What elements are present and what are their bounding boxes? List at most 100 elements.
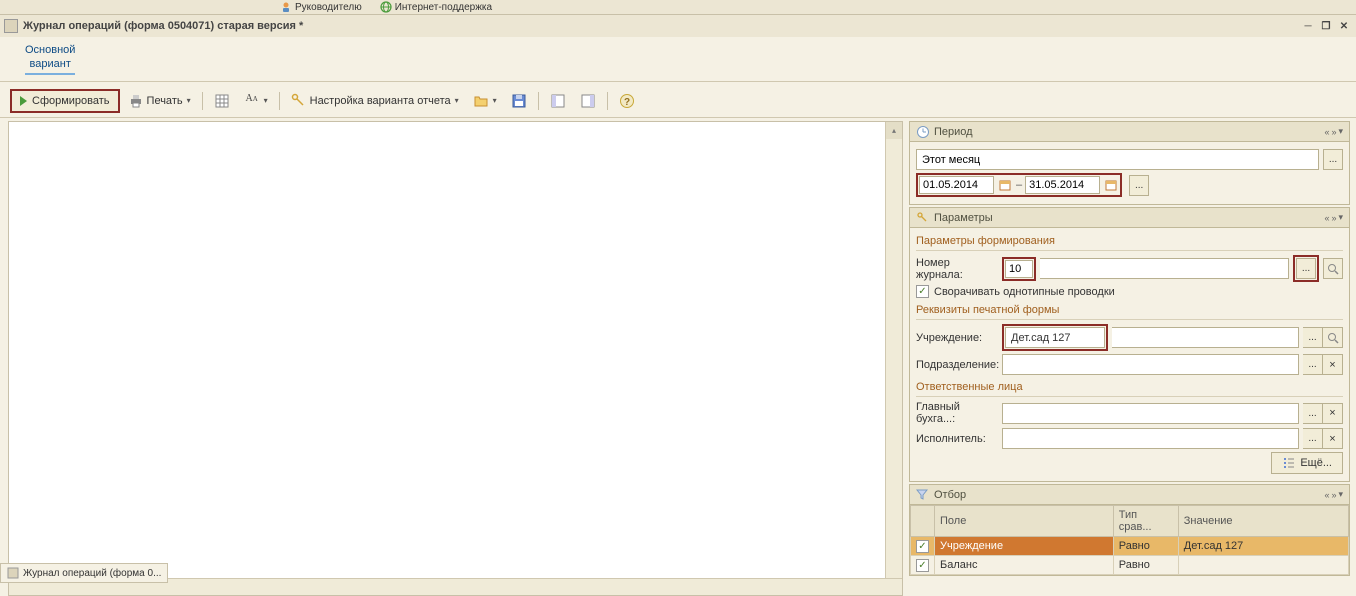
maximize-button[interactable]: ❐ — [1318, 19, 1334, 33]
executor-input[interactable] — [1002, 428, 1299, 449]
more-button[interactable]: Ещё... — [1271, 452, 1343, 474]
globe-icon — [380, 1, 392, 13]
collapse-right-icon[interactable]: » — [1331, 213, 1336, 223]
top-link-manager[interactable]: Руководителю — [280, 1, 362, 13]
collapse-right-icon[interactable]: » — [1331, 127, 1336, 137]
parameters-panel-body: Параметры формирования Номер журнала: ..… — [909, 228, 1350, 482]
chevron-down-icon[interactable]: ▾ — [1338, 126, 1343, 137]
filter-col-field[interactable]: Поле — [935, 506, 1114, 537]
table-row[interactable]: ✓ УчреждениеРавноДет.сад 127 — [911, 537, 1349, 556]
collapse-right-icon[interactable]: » — [1331, 490, 1336, 500]
top-menu-bar: Руководителю Интернет-поддержка — [0, 0, 1356, 15]
executor-clear-button[interactable]: × — [1323, 428, 1343, 449]
date-to-input[interactable] — [1025, 176, 1100, 194]
list-icon — [1282, 456, 1296, 470]
row-checkbox[interactable]: ✓ — [916, 540, 929, 553]
minimize-button[interactable]: ─ — [1300, 19, 1316, 33]
date-range-wrapper: – — [916, 173, 1122, 197]
row-cmp[interactable]: Равно — [1113, 537, 1178, 556]
row-val[interactable]: Дет.сад 127 — [1178, 537, 1348, 556]
help-button[interactable]: ? — [613, 90, 641, 112]
close-button[interactable]: ✕ — [1336, 19, 1352, 33]
manager-icon — [280, 1, 292, 13]
calendar-icon[interactable] — [1103, 176, 1119, 194]
period-preset-select-button[interactable]: ... — [1323, 149, 1343, 170]
chief-input[interactable] — [1002, 403, 1299, 424]
filter-panel-header[interactable]: Отбор «»▾ — [909, 484, 1350, 505]
window-title: Журнал операций (форма 0504071) старая в… — [23, 20, 303, 32]
top-link-support[interactable]: Интернет-поддержка — [380, 1, 492, 13]
chevron-down-icon: ▾ — [187, 96, 191, 105]
generate-button[interactable]: Сформировать — [10, 89, 120, 113]
chevron-down-icon: ▾ — [493, 96, 497, 105]
calendar-icon[interactable] — [997, 176, 1013, 194]
filter-col-cmp[interactable]: Тип срав... — [1113, 506, 1178, 537]
collapse-left-icon[interactable]: « — [1324, 490, 1329, 500]
chief-select-button[interactable]: ... — [1303, 403, 1323, 424]
chevron-down-icon[interactable]: ▾ — [1338, 489, 1343, 500]
journal-num-search-button[interactable] — [1323, 258, 1343, 279]
row-checkbox[interactable]: ✓ — [916, 559, 929, 572]
filter-table[interactable]: Поле Тип срав... Значение ✓ УчреждениеРав… — [910, 505, 1349, 575]
report-icon — [7, 567, 19, 579]
vertical-scrollbar[interactable]: ▴ ▾ — [885, 122, 902, 595]
date-range-select-button[interactable]: ... — [1129, 175, 1149, 196]
chief-label: Главный бухга...: — [916, 401, 998, 425]
footer-tab[interactable]: Журнал операций (форма 0... — [0, 563, 168, 583]
parameters-panel-header[interactable]: Параметры «»▾ — [909, 207, 1350, 228]
clock-icon — [916, 125, 930, 139]
org-search-button[interactable] — [1323, 327, 1343, 348]
table-row[interactable]: ✓ БалансРавно — [911, 556, 1349, 575]
section-responsible: Ответственные лица — [916, 378, 1343, 397]
filter-col-check[interactable] — [911, 506, 935, 537]
period-panel-header[interactable]: Период «»▾ — [909, 121, 1350, 142]
collapse-left-icon[interactable]: « — [1324, 127, 1329, 137]
org-select-button[interactable]: ... — [1303, 327, 1323, 348]
subdiv-input[interactable] — [1002, 354, 1299, 375]
play-icon — [20, 96, 27, 106]
section-forming: Параметры формирования — [916, 232, 1343, 251]
row-cmp[interactable]: Равно — [1113, 556, 1178, 575]
row-field[interactable]: Баланс — [935, 556, 1114, 575]
date-from-input[interactable] — [919, 176, 994, 194]
filter-col-val[interactable]: Значение — [1178, 506, 1348, 537]
collapse-label: Сворачивать однотипные проводки — [934, 286, 1115, 298]
journal-num-select-button[interactable]: ... — [1296, 258, 1316, 279]
svg-text:?: ? — [624, 97, 630, 108]
scroll-up-arrow[interactable]: ▴ — [886, 122, 902, 139]
folder-open-icon — [473, 93, 489, 109]
settings-button[interactable]: Настройка варианта отчета ▾ — [285, 90, 465, 112]
collapse-left-icon[interactable]: « — [1324, 213, 1329, 223]
collapse-checkbox[interactable]: ✓ — [916, 285, 929, 298]
row-field[interactable]: Учреждение — [935, 537, 1114, 556]
folder-open-button[interactable]: ▾ — [467, 90, 503, 112]
print-button[interactable]: Печать ▾ — [122, 90, 197, 112]
subdiv-select-button[interactable]: ... — [1303, 354, 1323, 375]
key-icon — [916, 211, 930, 225]
variant-main[interactable]: Основной вариант — [25, 43, 75, 76]
row-val[interactable] — [1178, 556, 1348, 575]
font-icon: AA — [244, 93, 260, 109]
save-button[interactable] — [505, 90, 533, 112]
chief-clear-button[interactable]: × — [1323, 403, 1343, 424]
section-requisites: Реквизиты печатной формы — [916, 301, 1343, 320]
toolbar: Сформировать Печать ▾ AA▾ Настройка вари… — [0, 82, 1356, 118]
journal-num-rest[interactable] — [1040, 258, 1289, 279]
panel-b-button[interactable] — [574, 90, 602, 112]
table-view-button[interactable] — [208, 90, 236, 112]
font-button[interactable]: AA▾ — [238, 90, 274, 112]
chevron-down-icon[interactable]: ▾ — [1338, 212, 1343, 223]
journal-num-input[interactable] — [1005, 260, 1033, 278]
org-input-rest[interactable] — [1112, 327, 1299, 348]
report-icon — [4, 19, 18, 33]
subdiv-clear-button[interactable]: × — [1323, 354, 1343, 375]
panel-icon — [550, 93, 566, 109]
period-preset-input[interactable] — [916, 149, 1319, 170]
executor-select-button[interactable]: ... — [1303, 428, 1323, 449]
chevron-down-icon: ▾ — [455, 96, 459, 105]
org-label: Учреждение: — [916, 332, 998, 344]
org-input[interactable]: Дет.сад 127 — [1005, 327, 1105, 348]
panel-a-button[interactable] — [544, 90, 572, 112]
panel-icon — [580, 93, 596, 109]
subdiv-label: Подразделение: — [916, 359, 998, 371]
